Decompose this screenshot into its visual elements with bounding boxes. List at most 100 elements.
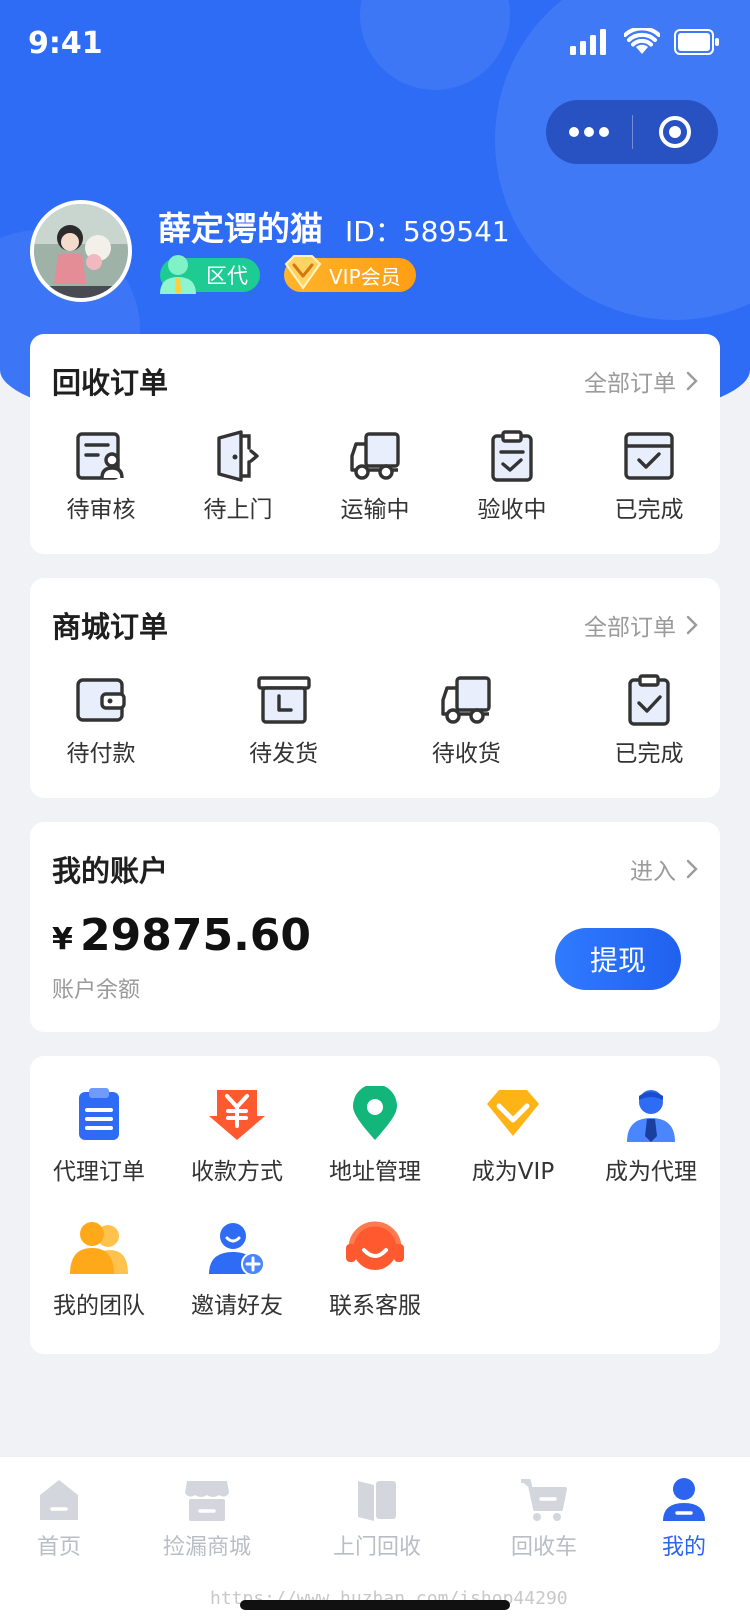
avatar-image [34,204,128,298]
wifi-icon [624,28,660,54]
account-enter-label: 进入 [630,859,676,885]
cart-icon [521,1479,567,1521]
box-check-icon [624,432,674,480]
recycle-orders-title: 回收订单 [52,366,169,400]
status-icons [570,28,720,56]
door-recycle-icon [358,1481,396,1521]
tab-label: 回收车 [511,1535,578,1560]
headset-icon [346,1221,404,1270]
status-time: 9:41 [28,26,103,61]
agent-person-icon [627,1090,675,1142]
tab-label: 上门回收 [333,1535,422,1560]
target-circle-icon [659,116,692,148]
tab-label: 我的 [661,1535,706,1560]
tab-mine[interactable]: 我的 [661,1477,707,1561]
recycle-status-completed[interactable]: 已完成 [586,430,712,524]
status-label: 待付款 [66,741,136,767]
tab-home-recycle[interactable]: 上门回收 [333,1477,421,1561]
status-label: 运输中 [340,497,410,523]
service-my-team[interactable]: 我的团队 [30,1220,168,1320]
mall-all-orders-label: 全部订单 [584,615,676,641]
mall-status-completed[interactable]: 已完成 [586,674,712,768]
header-decoration [360,0,510,90]
status-label: 已完成 [614,741,684,767]
service-become-agent[interactable]: 成为代理 [582,1086,720,1186]
service-label: 收款方式 [191,1159,283,1185]
vip-badge-label: VIP会员 [329,264,401,289]
recycle-status-pending-review[interactable]: 待审核 [38,430,164,524]
avatar[interactable] [30,200,132,302]
recycle-status-awaiting-visit[interactable]: 待上门 [175,430,301,524]
more-dots-icon [568,127,609,137]
status-label: 待上门 [203,497,273,523]
order-list-icon [79,1088,119,1140]
service-address-management[interactable]: 地址管理 [306,1086,444,1186]
username: 薛定谔的猫 [158,209,323,248]
signal-icon [570,29,606,55]
agent-badge: 区代 [160,255,260,294]
recycle-status-row: 待审核 待上门 运输中 验收中 已完成 [30,430,720,524]
service-payment-method[interactable]: 收款方式 [168,1086,306,1186]
chevron-right-icon [686,371,698,391]
package-clock-icon [256,676,311,724]
chevron-right-icon [686,859,698,879]
mall-status-awaiting-delivery[interactable]: 待收货 [403,674,529,768]
close-miniapp-button[interactable] [633,100,719,164]
door-icon [217,430,259,482]
recycle-all-orders-link[interactable]: 全部订单 [584,364,698,398]
team-icon [70,1222,128,1274]
yuan-payment-icon [209,1090,265,1140]
service-label: 成为代理 [605,1159,697,1185]
truck-icon [350,432,400,480]
invite-user-icon [209,1223,265,1276]
recycle-all-orders-label: 全部订单 [584,371,676,397]
home-icon [40,1480,78,1520]
currency-symbol: ¥ [52,922,73,957]
service-label: 联系客服 [329,1293,421,1319]
battery-icon [674,29,719,55]
service-label: 地址管理 [329,1159,421,1185]
wallet-icon [76,678,126,722]
profile-icon [663,1478,705,1521]
tab-home[interactable]: 首页 [36,1477,82,1561]
recycle-status-in-transit[interactable]: 运输中 [312,430,438,524]
mall-orders-title: 商城订单 [52,610,169,644]
service-contact-support[interactable]: 联系客服 [306,1220,444,1320]
agent-person-icon [160,255,196,294]
status-label: 已完成 [614,497,684,523]
truck-icon [441,676,492,724]
service-label: 邀请好友 [191,1293,283,1319]
balance-label: 账户余额 [52,978,141,1003]
recycle-status-inspecting[interactable]: 验收中 [449,430,575,524]
user-id: ID：589541 [345,215,510,248]
service-become-vip[interactable]: 成为VIP [444,1086,582,1186]
tab-label: 首页 [36,1535,81,1560]
vip-badge: VIP会员 [284,255,416,292]
service-invite-friends[interactable]: 邀请好友 [168,1220,306,1320]
account-balance: 29875.60 [80,910,312,961]
tab-bargain-mall[interactable]: 捡漏商城 [163,1477,251,1561]
account-title: 我的账户 [52,854,169,888]
service-label: 我的团队 [53,1293,145,1319]
account-enter-link[interactable]: 进入 [630,852,698,886]
service-agent-orders[interactable]: 代理订单 [30,1086,168,1186]
mall-status-awaiting-shipment[interactable]: 待发货 [221,674,347,768]
more-button[interactable] [546,100,632,164]
mall-all-orders-link[interactable]: 全部订单 [584,608,698,642]
diamond-icon [487,1090,539,1136]
clipboard-check-icon [628,674,670,726]
tab-recycle-cart[interactable]: 回收车 [511,1477,577,1561]
service-label: 代理订单 [53,1159,145,1185]
services-card: 代理订单 收款方式 地址管理 成为VIP 成为代理 我的团队 邀请好友 联系客服 [30,1056,720,1354]
withdraw-button[interactable]: 提现 [555,928,681,990]
location-pin-icon [353,1086,397,1140]
chevron-right-icon [686,615,698,635]
miniapp-capsule [546,100,718,164]
mall-status-row: 待付款 待发货 待收货 已完成 [30,674,720,768]
mall-orders-card: 商城订单 全部订单 待付款 待发货 待收货 已完成 [30,578,720,798]
home-indicator [240,1600,510,1610]
review-doc-icon [76,432,124,480]
mall-status-pending-payment[interactable]: 待付款 [38,674,164,768]
store-icon [185,1481,229,1521]
recycle-orders-card: 回收订单 全部订单 待审核 待上门 运输中 验收中 已完成 [30,334,720,554]
